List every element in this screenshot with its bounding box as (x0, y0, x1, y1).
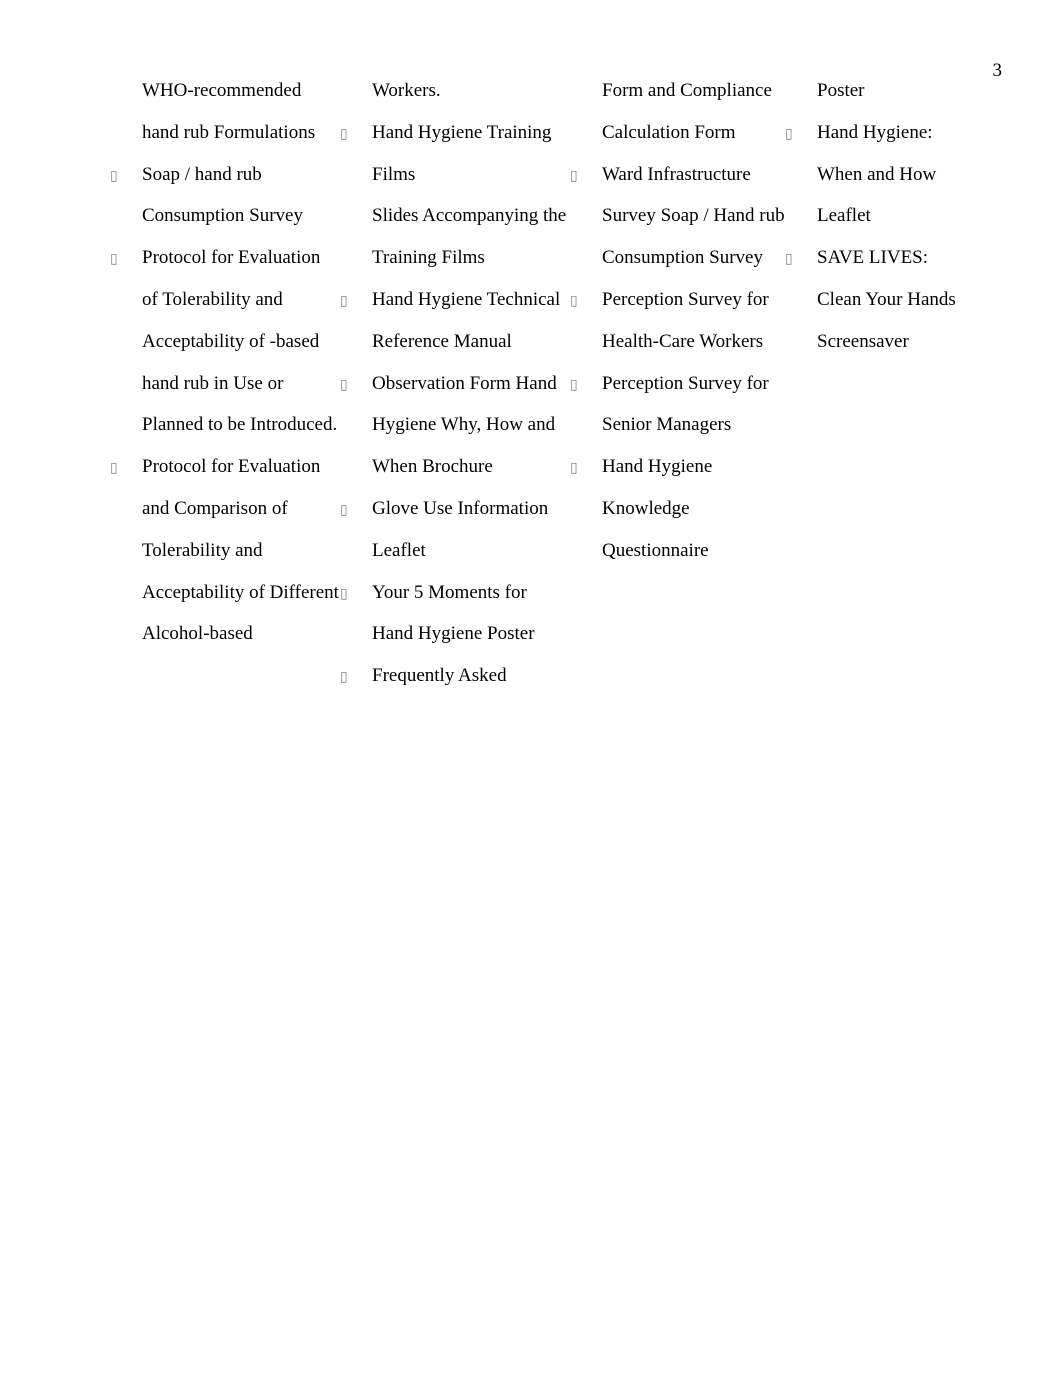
item-text: Hand Hygiene Knowledge Questionnaire (602, 446, 785, 571)
item-text: WHO-recommended hand rub Formulations (142, 70, 340, 154)
list-item: ▯ Perception Survey for Health-Care Work… (570, 279, 785, 363)
column-2: Workers. ▯ Hand Hygiene Training Films S… (340, 70, 570, 1317)
bullet-icon: ▯ (340, 112, 372, 149)
bullet-icon: ▯ (570, 154, 602, 191)
bullet-icon (340, 195, 372, 201)
bullet-icon: ▯ (570, 363, 602, 400)
list-item: Slides Accompanying the Training Films (340, 195, 570, 279)
bullet-icon: ▯ (785, 237, 817, 274)
bullet-icon: ▯ (340, 488, 372, 525)
page-number: 3 (993, 50, 1003, 92)
bullet-icon (570, 70, 602, 76)
list-item: ▯ Soap / hand rub Consumption Survey (110, 154, 340, 238)
bullet-icon (110, 70, 142, 76)
item-text: Perception Survey for Senior Managers (602, 363, 785, 447)
bullet-icon: ▯ (110, 154, 142, 191)
bullet-icon (340, 70, 372, 76)
list-item: ▯ Your 5 Moments for Hand Hygiene Poster (340, 572, 570, 656)
item-text: Glove Use Information Leaflet (372, 488, 570, 572)
item-text: Slides Accompanying the Training Films (372, 195, 570, 279)
bullet-icon: ▯ (340, 655, 372, 692)
item-text: Protocol for Evaluation and Comparison o… (142, 446, 340, 655)
list-item: ▯ Glove Use Information Leaflet (340, 488, 570, 572)
item-text: Workers. (372, 70, 570, 112)
item-text: Protocol for Evaluation of Tolerability … (142, 237, 340, 446)
bullet-icon: ▯ (110, 446, 142, 483)
item-text: SAVE LIVES: Clean Your Hands Screensaver (817, 237, 970, 362)
list-item: WHO-recommended hand rub Formulations (110, 70, 340, 154)
list-item: ▯ Hand Hygiene Knowledge Questionnaire (570, 446, 785, 571)
bullet-icon: ▯ (340, 363, 372, 400)
list-item: ▯ Hand Hygiene Training Films (340, 112, 570, 196)
list-item: ▯ Protocol for Evaluation of Tolerabilit… (110, 237, 340, 446)
bullet-icon: ▯ (570, 446, 602, 483)
list-item: ▯ Hand Hygiene Technical Reference Manua… (340, 279, 570, 363)
list-item: ▯ Perception Survey for Senior Managers (570, 363, 785, 447)
item-text: Ward Infrastructure Survey Soap / Hand r… (602, 154, 785, 279)
bullet-icon: ▯ (340, 572, 372, 609)
column-4: Poster ▯ Hand Hygiene: When and How Leaf… (785, 70, 970, 1317)
item-text: Hand Hygiene Training Films (372, 112, 570, 196)
list-item: ▯ SAVE LIVES: Clean Your Hands Screensav… (785, 237, 970, 362)
bullet-icon (785, 70, 817, 76)
item-text: Soap / hand rub Consumption Survey (142, 154, 340, 238)
item-text: Hand Hygiene: When and How Leaflet (817, 112, 970, 237)
list-item: ▯ Protocol for Evaluation and Comparison… (110, 446, 340, 655)
list-item: Form and Compliance Calculation Form (570, 70, 785, 154)
list-item: Workers. (340, 70, 570, 112)
item-text: Hand Hygiene Technical Reference Manual (372, 279, 570, 363)
list-item: ▯ Observation Form Hand Hygiene Why, How… (340, 363, 570, 488)
item-text: Form and Compliance Calculation Form (602, 70, 785, 154)
list-item: ▯ Ward Infrastructure Survey Soap / Hand… (570, 154, 785, 279)
column-3: Form and Compliance Calculation Form ▯ W… (570, 70, 785, 1317)
bullet-icon: ▯ (110, 237, 142, 274)
list-item: ▯ Hand Hygiene: When and How Leaflet (785, 112, 970, 237)
item-text: Poster (817, 70, 970, 112)
bullet-icon: ▯ (785, 112, 817, 149)
list-item: Poster (785, 70, 970, 112)
bullet-icon: ▯ (570, 279, 602, 316)
item-text: Your 5 Moments for Hand Hygiene Poster (372, 572, 570, 656)
item-text: Perception Survey for Health-Care Worker… (602, 279, 785, 363)
document-columns: WHO-recommended hand rub Formulations ▯ … (110, 70, 1002, 1317)
list-item: ▯ Frequently Asked (340, 655, 570, 697)
column-1: WHO-recommended hand rub Formulations ▯ … (110, 70, 340, 1317)
item-text: Observation Form Hand Hygiene Why, How a… (372, 363, 570, 488)
bullet-icon: ▯ (340, 279, 372, 316)
item-text: Frequently Asked (372, 655, 570, 697)
